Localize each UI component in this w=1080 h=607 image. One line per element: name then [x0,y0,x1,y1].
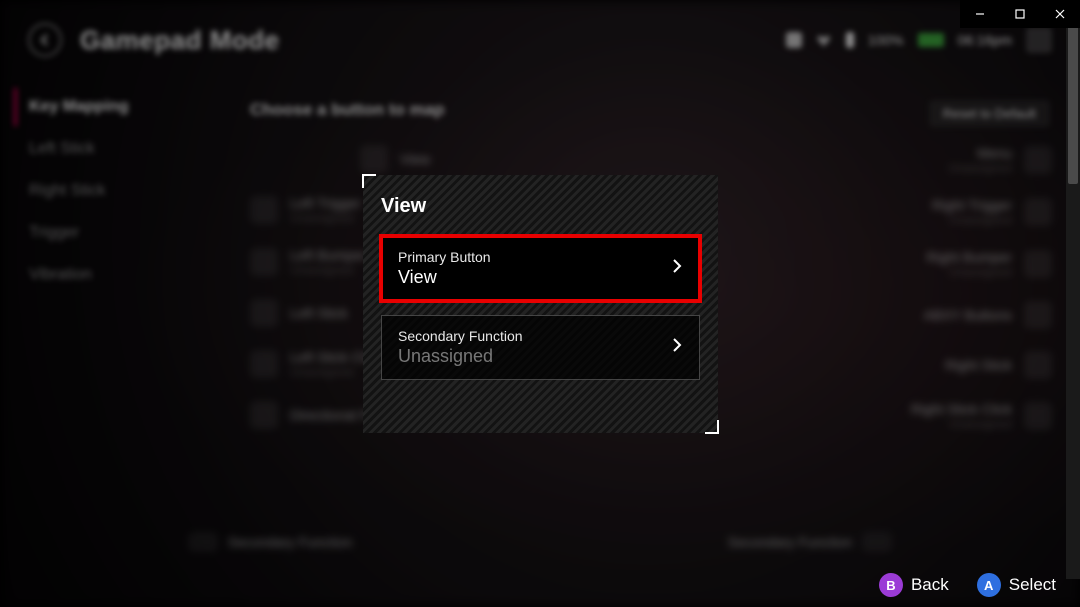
modal-corner-decoration [362,174,376,188]
option-value: Unassigned [398,346,523,367]
window-minimize-button[interactable] [960,0,1000,28]
scrollbar-thumb[interactable] [1068,4,1078,184]
hint-select: A Select [977,573,1056,597]
window-close-button[interactable] [1040,0,1080,28]
option-value: View [398,267,491,288]
modal-title: View [381,195,700,218]
window-scrollbar[interactable] [1066,0,1080,579]
button-mapping-modal: View Primary Button View Secondary Funct… [363,175,718,433]
hint-back: B Back [879,573,949,597]
hint-label: Select [1009,575,1056,595]
primary-button-option[interactable]: Primary Button View [381,236,700,301]
a-button-icon: A [977,573,1001,597]
option-label: Primary Button [398,249,491,265]
footer-hints: B Back A Select [879,573,1056,597]
secondary-function-option[interactable]: Secondary Function Unassigned [381,315,700,380]
hint-label: Back [911,575,949,595]
window-titlebar [960,0,1080,28]
b-button-icon: B [879,573,903,597]
window-maximize-button[interactable] [1000,0,1040,28]
modal-corner-decoration [705,420,719,434]
option-label: Secondary Function [398,328,523,344]
chevron-right-icon [671,257,683,280]
chevron-right-icon [671,336,683,359]
